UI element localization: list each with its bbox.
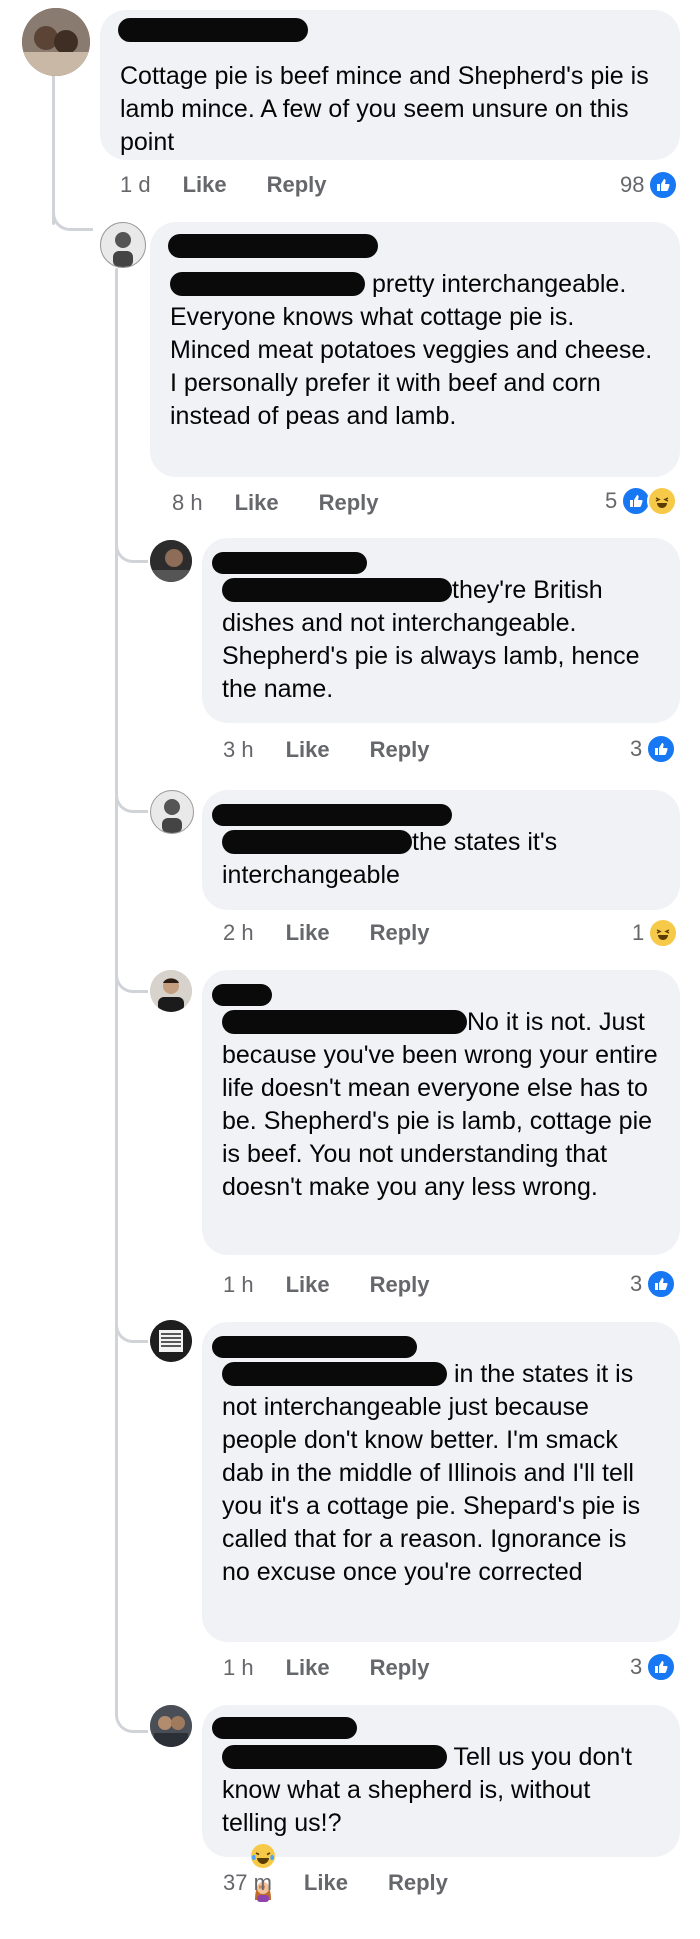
redacted-tag <box>222 1010 467 1034</box>
like-icon <box>646 1269 677 1299</box>
redacted-tag <box>222 830 412 854</box>
reaction-summary[interactable]: 3 <box>630 734 677 764</box>
haha-icon <box>647 486 678 516</box>
comment-text: Tell us you don't know what a shepherd i… <box>222 1741 660 1939</box>
reaction-count: 5 <box>605 488 618 513</box>
comment-bubble: in the states it is not interchangeable … <box>202 1322 680 1642</box>
reply-button[interactable]: Reply <box>388 1870 448 1896</box>
comment-timestamp: 1 d <box>120 172 151 197</box>
comment-text: the states it's interchangeable <box>222 826 660 892</box>
redacted-name <box>168 234 378 258</box>
redacted-name <box>212 984 272 1006</box>
comment-timestamp: 1 h <box>223 1655 254 1680</box>
thread-connector <box>115 770 148 813</box>
redacted-name <box>212 1336 417 1358</box>
like-button[interactable]: Like <box>235 490 279 516</box>
reaction-count: 3 <box>630 1271 643 1296</box>
comment-timestamp: 1 h <box>223 1272 254 1297</box>
avatar[interactable] <box>150 970 192 1012</box>
comment-actions: 1 h Like Reply <box>223 1655 470 1681</box>
redacted-name <box>118 18 308 42</box>
reaction-count: 98 <box>620 172 645 197</box>
reply-button[interactable]: Reply <box>319 490 379 516</box>
redacted-name <box>212 1717 357 1739</box>
like-button[interactable]: Like <box>286 920 330 946</box>
redacted-tag <box>222 1362 447 1386</box>
redacted-tag <box>222 1745 447 1769</box>
redacted-tag <box>170 272 365 296</box>
redacted-name <box>212 804 452 826</box>
comment-text: Cottage pie is beef mince and Shepherd's… <box>120 62 656 156</box>
comment-body: in the states it is not interchangeable … <box>222 1360 648 1586</box>
comment-timestamp: 3 h <box>223 737 254 762</box>
like-button[interactable]: Like <box>286 1272 330 1298</box>
avatar[interactable] <box>150 1705 192 1747</box>
avatar[interactable] <box>22 8 90 76</box>
comment-bubble: No it is not. Just because you've been w… <box>202 970 680 1255</box>
comment-bubble: pretty interchangeable. Everyone knows w… <box>150 222 680 477</box>
reply-button[interactable]: Reply <box>370 1655 430 1681</box>
comment-text: No it is not. Just because you've been w… <box>222 1006 660 1204</box>
comment-bubble: Cottage pie is beef mince and Shepherd's… <box>100 10 680 160</box>
thread-line-replies <box>115 268 118 1708</box>
comment-actions: 1 d Like Reply <box>120 172 367 198</box>
comment-bubble: the states it's interchangeable <box>202 790 680 910</box>
reply-button[interactable]: Reply <box>267 172 327 198</box>
reaction-count: 3 <box>630 736 643 761</box>
like-button[interactable]: Like <box>304 1870 348 1896</box>
thread-connector <box>115 520 148 563</box>
comment-bubble: Tell us you don't know what a shepherd i… <box>202 1705 680 1902</box>
reaction-summary[interactable]: 3 <box>630 1652 677 1682</box>
comment-text: pretty interchangeable. Everyone knows w… <box>170 268 660 433</box>
like-icon <box>648 170 679 200</box>
like-icon <box>646 1652 677 1682</box>
reaction-summary[interactable]: 1 <box>632 918 679 948</box>
thread-connector <box>115 950 148 993</box>
reaction-summary[interactable]: 3 <box>630 1269 677 1299</box>
reaction-count: 3 <box>630 1654 643 1679</box>
comment-actions: 8 h Like Reply <box>172 490 419 516</box>
comment-actions: 3 h Like Reply <box>223 737 470 763</box>
comment-text: they're British dishes and not interchan… <box>222 574 660 706</box>
reply-button[interactable]: Reply <box>370 737 430 763</box>
like-button[interactable]: Like <box>286 737 330 763</box>
comment-timestamp: 8 h <box>172 490 203 515</box>
reaction-summary[interactable]: 98 <box>620 170 679 200</box>
reaction-summary[interactable]: 5 <box>605 486 678 516</box>
reply-button[interactable]: Reply <box>370 1272 430 1298</box>
avatar[interactable] <box>100 222 146 268</box>
comment-timestamp: 2 h <box>223 920 254 945</box>
redacted-name <box>212 552 367 574</box>
reply-button[interactable]: Reply <box>370 920 430 946</box>
avatar[interactable] <box>150 1320 192 1362</box>
avatar[interactable] <box>150 540 192 582</box>
redacted-tag <box>222 578 452 602</box>
thread-connector <box>52 180 93 231</box>
like-button[interactable]: Like <box>183 172 227 198</box>
thread-connector <box>115 1680 148 1733</box>
haha-icon <box>648 918 679 948</box>
comment-bubble: they're British dishes and not interchan… <box>202 538 680 723</box>
comment-actions: 1 h Like Reply <box>223 1272 470 1298</box>
avatar[interactable] <box>150 790 194 834</box>
tears-of-joy-emoji <box>250 1843 276 1869</box>
reaction-count: 1 <box>632 920 645 945</box>
comment-text: in the states it is not interchangeable … <box>222 1358 660 1589</box>
comment-actions: 2 h Like Reply <box>223 920 470 946</box>
comment-actions: 37 m Like Reply <box>223 1870 488 1896</box>
comment-body: No it is not. Just because you've been w… <box>222 1008 665 1201</box>
thread-connector <box>115 1300 148 1343</box>
like-icon <box>646 734 677 764</box>
comment-timestamp: 37 m <box>223 1870 272 1895</box>
like-button[interactable]: Like <box>286 1655 330 1681</box>
